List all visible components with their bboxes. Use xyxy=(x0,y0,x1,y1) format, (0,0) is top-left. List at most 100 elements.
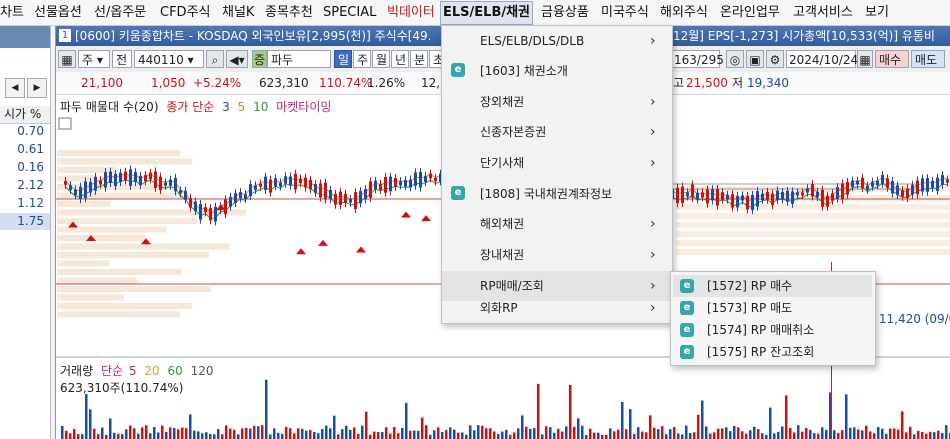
candle-body xyxy=(706,189,709,204)
legend-title[interactable]: 파두 매물대 수(20) xyxy=(60,100,159,114)
menu-financial-products[interactable]: 금융상품 xyxy=(541,0,589,25)
menu-item-label: [1603] 채권소개 xyxy=(480,64,568,78)
volume-kind[interactable]: 단순 xyxy=(101,364,123,378)
menu-item-label: 해외채권 xyxy=(480,217,525,231)
legend-ma-label[interactable]: 종가 단순 xyxy=(166,100,214,114)
menu-item-otc-bonds[interactable]: 장외채권 › xyxy=(442,87,672,117)
menu-online[interactable]: 온라인업무 xyxy=(720,0,780,25)
scroll-left-icon[interactable]: ◀ xyxy=(5,78,25,98)
volume-bar xyxy=(361,425,364,439)
menu-item-overseas-bonds[interactable]: 해외채권 › xyxy=(442,209,672,239)
volume-profile-bar xyxy=(57,150,181,156)
list-value[interactable]: 2.12 xyxy=(17,178,44,192)
candle-body xyxy=(364,189,367,200)
list-value[interactable]: 0.61 xyxy=(17,142,44,156)
volume-bar xyxy=(625,429,628,439)
screen-e-icon: e xyxy=(451,186,465,200)
volume-bar xyxy=(273,428,276,439)
menu-item-domestic-bond-account[interactable]: e [1808] 국내채권계좌정보 xyxy=(442,179,672,209)
volume-bar xyxy=(757,429,760,439)
candle-body xyxy=(866,185,869,191)
volume-profile-bar xyxy=(676,222,950,228)
menu-view[interactable]: 보기 xyxy=(865,0,889,25)
menu-futures-order[interactable]: 선/옵주문 xyxy=(94,0,146,25)
menu-overseas[interactable]: 해외주식 xyxy=(660,0,708,25)
volume-bar xyxy=(309,429,312,439)
submenu-item-rp-buy[interactable]: e [1572] RP 매수 xyxy=(673,275,872,297)
candle-body xyxy=(796,192,799,196)
menu-item-short-term-bonds[interactable]: 단기사채 › xyxy=(442,148,672,178)
volume-bar xyxy=(405,402,408,439)
volume-bar xyxy=(341,429,344,439)
volume-bar xyxy=(93,428,96,439)
candle-body xyxy=(736,195,739,208)
candle-body xyxy=(926,178,929,192)
menu-item-els-elb[interactable]: ELS/ELB/DLS/DLB › xyxy=(442,26,672,56)
menu-item-hybrid-capital[interactable]: 신종자본증권 › xyxy=(442,117,672,147)
volume-profile-bar xyxy=(57,260,111,267)
list-value[interactable]: 1.75 xyxy=(17,214,44,228)
screen-e-icon: e xyxy=(680,323,694,337)
volume-title[interactable]: 거래량 xyxy=(60,364,93,378)
volume-ma120: 120 xyxy=(190,364,214,378)
submenu-arrow-icon: › xyxy=(650,247,656,263)
menu-us-stocks[interactable]: 미국주식 xyxy=(601,0,649,25)
submenu-item-rp-sell[interactable]: e [1573] RP 매도 xyxy=(673,297,872,319)
volume-bar xyxy=(825,429,828,439)
submenu-item-label: [1573] RP 매도 xyxy=(707,301,793,315)
volume-bar xyxy=(85,394,88,439)
volume-bar xyxy=(145,425,148,439)
volume-bar xyxy=(833,430,836,439)
volume-bar xyxy=(605,434,608,439)
menu-chart[interactable]: 차트 xyxy=(0,0,24,25)
menu-item-label: 신종자본증권 xyxy=(480,125,547,139)
candle-body xyxy=(776,190,779,201)
volume-bar xyxy=(185,428,188,439)
candle-body xyxy=(686,192,689,197)
candle-body xyxy=(941,175,944,186)
list-value[interactable]: 1.12 xyxy=(17,196,44,210)
menu-customer-service[interactable]: 고객서비스 xyxy=(793,0,853,25)
volume-bar xyxy=(241,428,244,439)
submenu-arrow-icon: › xyxy=(650,33,656,49)
candle-body xyxy=(134,172,137,183)
menu-bigdata[interactable]: 빅데이터 xyxy=(387,0,435,25)
volume-bar xyxy=(693,432,696,439)
submenu-arrow-icon: › xyxy=(650,124,656,140)
menu-futures-options[interactable]: 선물옵션 xyxy=(34,0,82,25)
column-header-open-pct[interactable]: 시가 % xyxy=(0,106,50,124)
volume-bar xyxy=(489,428,492,439)
candle-body xyxy=(811,184,814,197)
submenu-item-rp-balance[interactable]: e [1575] RP 잔고조회 xyxy=(673,341,872,363)
volume-bar xyxy=(537,383,540,439)
candle-body xyxy=(104,172,107,188)
menu-item-exchange-bonds[interactable]: 장내채권 › xyxy=(442,240,672,270)
submenu-item-rp-cancel[interactable]: e [1574] RP 매매취소 xyxy=(673,319,872,341)
menu-els-bond[interactable]: ELS/ELB/채권 xyxy=(440,1,534,25)
candle-body xyxy=(369,181,372,198)
menu-recommend[interactable]: 종목추천 xyxy=(265,0,313,25)
volume-bar xyxy=(857,429,860,439)
candle-body xyxy=(344,193,347,204)
scroll-right-icon[interactable]: ▶ xyxy=(27,78,47,98)
menu-special[interactable]: SPECIAL xyxy=(323,0,376,25)
volume-bar xyxy=(261,425,264,439)
volume-bar xyxy=(649,415,652,439)
volume-bar xyxy=(253,425,256,439)
els-bond-dropdown-menu: ELS/ELB/DLS/DLB › e [1603] 채권소개 장외채권 › 신… xyxy=(441,25,673,324)
volume-bar xyxy=(385,427,388,439)
legend-market-timing[interactable]: 마켓타이밍 xyxy=(276,100,331,114)
volume-bar xyxy=(257,426,260,439)
volume-bar xyxy=(521,415,524,439)
menu-channel-k[interactable]: 채널K xyxy=(222,0,254,25)
menu-item-bond-intro[interactable]: e [1603] 채권소개 xyxy=(442,56,672,86)
volume-bar xyxy=(661,426,664,439)
list-value[interactable]: 0.70 xyxy=(17,124,44,138)
list-value[interactable]: 0.16 xyxy=(17,160,44,174)
menu-item-foreign-rp[interactable]: 외화RP › xyxy=(442,293,672,323)
buy-signal-arrow-icon xyxy=(318,239,328,246)
menu-cfd[interactable]: CFD주식 xyxy=(160,0,211,25)
menu-item-label: ELS/ELB/DLS/DLB xyxy=(480,34,585,48)
volume-bar xyxy=(61,425,64,439)
candle-body xyxy=(139,175,142,186)
